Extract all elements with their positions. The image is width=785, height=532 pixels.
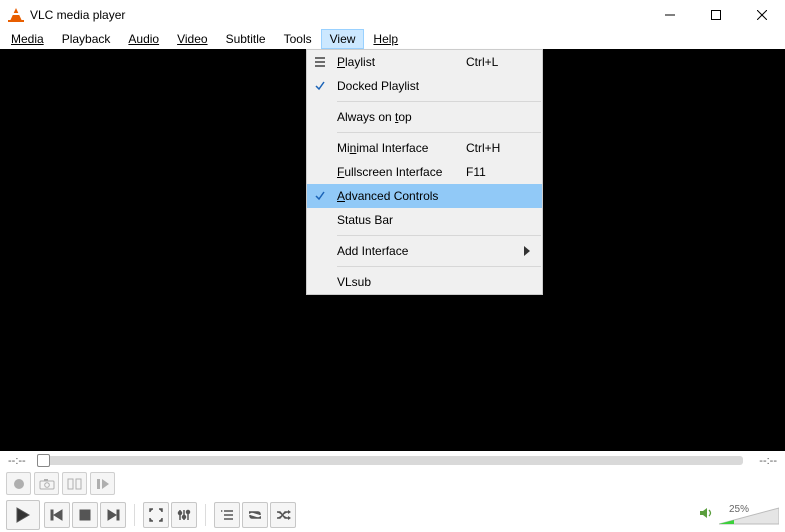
menu-separator	[337, 101, 541, 102]
menu-subtitle[interactable]: Subtitle	[217, 29, 275, 49]
menu-item-label: Advanced Controls	[337, 189, 438, 203]
app-icon	[8, 7, 24, 23]
menu-tools[interactable]: Tools	[275, 29, 321, 49]
check-icon	[307, 79, 333, 93]
menu-media[interactable]: Media	[2, 29, 53, 49]
menu-separator	[337, 266, 541, 267]
menu-item-label: Minimal Interface	[337, 141, 428, 155]
previous-button[interactable]	[44, 502, 70, 528]
menu-item-playlist[interactable]: Playlist Ctrl+L	[307, 50, 542, 74]
check-icon	[307, 189, 333, 203]
menu-separator	[337, 132, 541, 133]
volume-percent-label: 25%	[729, 504, 749, 515]
loop-ab-button[interactable]	[62, 472, 87, 495]
submenu-arrow-icon	[524, 246, 542, 256]
minimize-button[interactable]	[647, 0, 693, 29]
menu-view[interactable]: View	[321, 29, 365, 49]
menu-item-accel: Ctrl+H	[466, 141, 524, 155]
playlist-button[interactable]	[214, 502, 240, 528]
menu-item-accel: F11	[466, 165, 524, 179]
close-button[interactable]	[739, 0, 785, 29]
menu-item-label: Fullscreen Interface	[337, 165, 442, 179]
menu-help[interactable]: Help	[364, 29, 407, 49]
menu-item-label: Docked Playlist	[333, 79, 466, 93]
volume-control: 25%	[699, 504, 779, 526]
time-elapsed[interactable]: --:--	[8, 455, 36, 467]
extended-settings-button[interactable]	[171, 502, 197, 528]
seek-bar-row: --:-- --:--	[0, 451, 785, 470]
menu-item-status-bar[interactable]: Status Bar	[307, 208, 542, 232]
maximize-button[interactable]	[693, 0, 739, 29]
menu-item-always-on-top[interactable]: Always on top	[307, 105, 542, 129]
next-button[interactable]	[100, 502, 126, 528]
menu-item-docked-playlist[interactable]: Docked Playlist	[307, 74, 542, 98]
seek-knob[interactable]	[37, 454, 50, 467]
shuffle-button[interactable]	[270, 502, 296, 528]
divider	[134, 504, 135, 526]
titlebar: VLC media player	[0, 0, 785, 29]
advanced-controls-row	[0, 470, 785, 497]
menubar: Media Playback Audio Video Subtitle Tool…	[0, 29, 785, 49]
speaker-icon[interactable]	[699, 506, 713, 523]
menu-audio[interactable]: Audio	[119, 29, 168, 49]
time-total[interactable]: --:--	[749, 455, 777, 467]
frame-step-button[interactable]	[90, 472, 115, 495]
menu-item-add-interface[interactable]: Add Interface	[307, 239, 542, 263]
volume-slider[interactable]: 25%	[719, 504, 779, 526]
menu-item-label: Playlist	[337, 55, 375, 69]
menu-item-advanced-controls[interactable]: Advanced Controls	[307, 184, 542, 208]
menu-item-label: Add Interface	[333, 244, 466, 258]
window-title: VLC media player	[30, 8, 647, 22]
loop-button[interactable]	[242, 502, 268, 528]
menu-item-vlsub[interactable]: VLsub	[307, 270, 542, 294]
seek-track[interactable]	[42, 456, 743, 465]
playlist-icon	[307, 56, 333, 68]
menu-video[interactable]: Video	[168, 29, 216, 49]
menu-item-fullscreen-interface[interactable]: Fullscreen Interface F11	[307, 160, 542, 184]
play-button[interactable]	[6, 500, 40, 530]
snapshot-button[interactable]	[34, 472, 59, 495]
record-button[interactable]	[6, 472, 31, 495]
stop-button[interactable]	[72, 502, 98, 528]
menu-playback[interactable]: Playback	[53, 29, 120, 49]
menu-item-minimal-interface[interactable]: Minimal Interface Ctrl+H	[307, 136, 542, 160]
divider	[205, 504, 206, 526]
controls-row: 25%	[0, 497, 785, 532]
menu-separator	[337, 235, 541, 236]
menu-item-accel: Ctrl+L	[466, 55, 524, 69]
menu-item-label: Status Bar	[333, 213, 466, 227]
menu-item-label: Always on top	[337, 110, 412, 124]
fullscreen-button[interactable]	[143, 502, 169, 528]
view-dropdown: Playlist Ctrl+L Docked Playlist Always o…	[306, 49, 543, 295]
menu-item-label: VLsub	[333, 275, 466, 289]
